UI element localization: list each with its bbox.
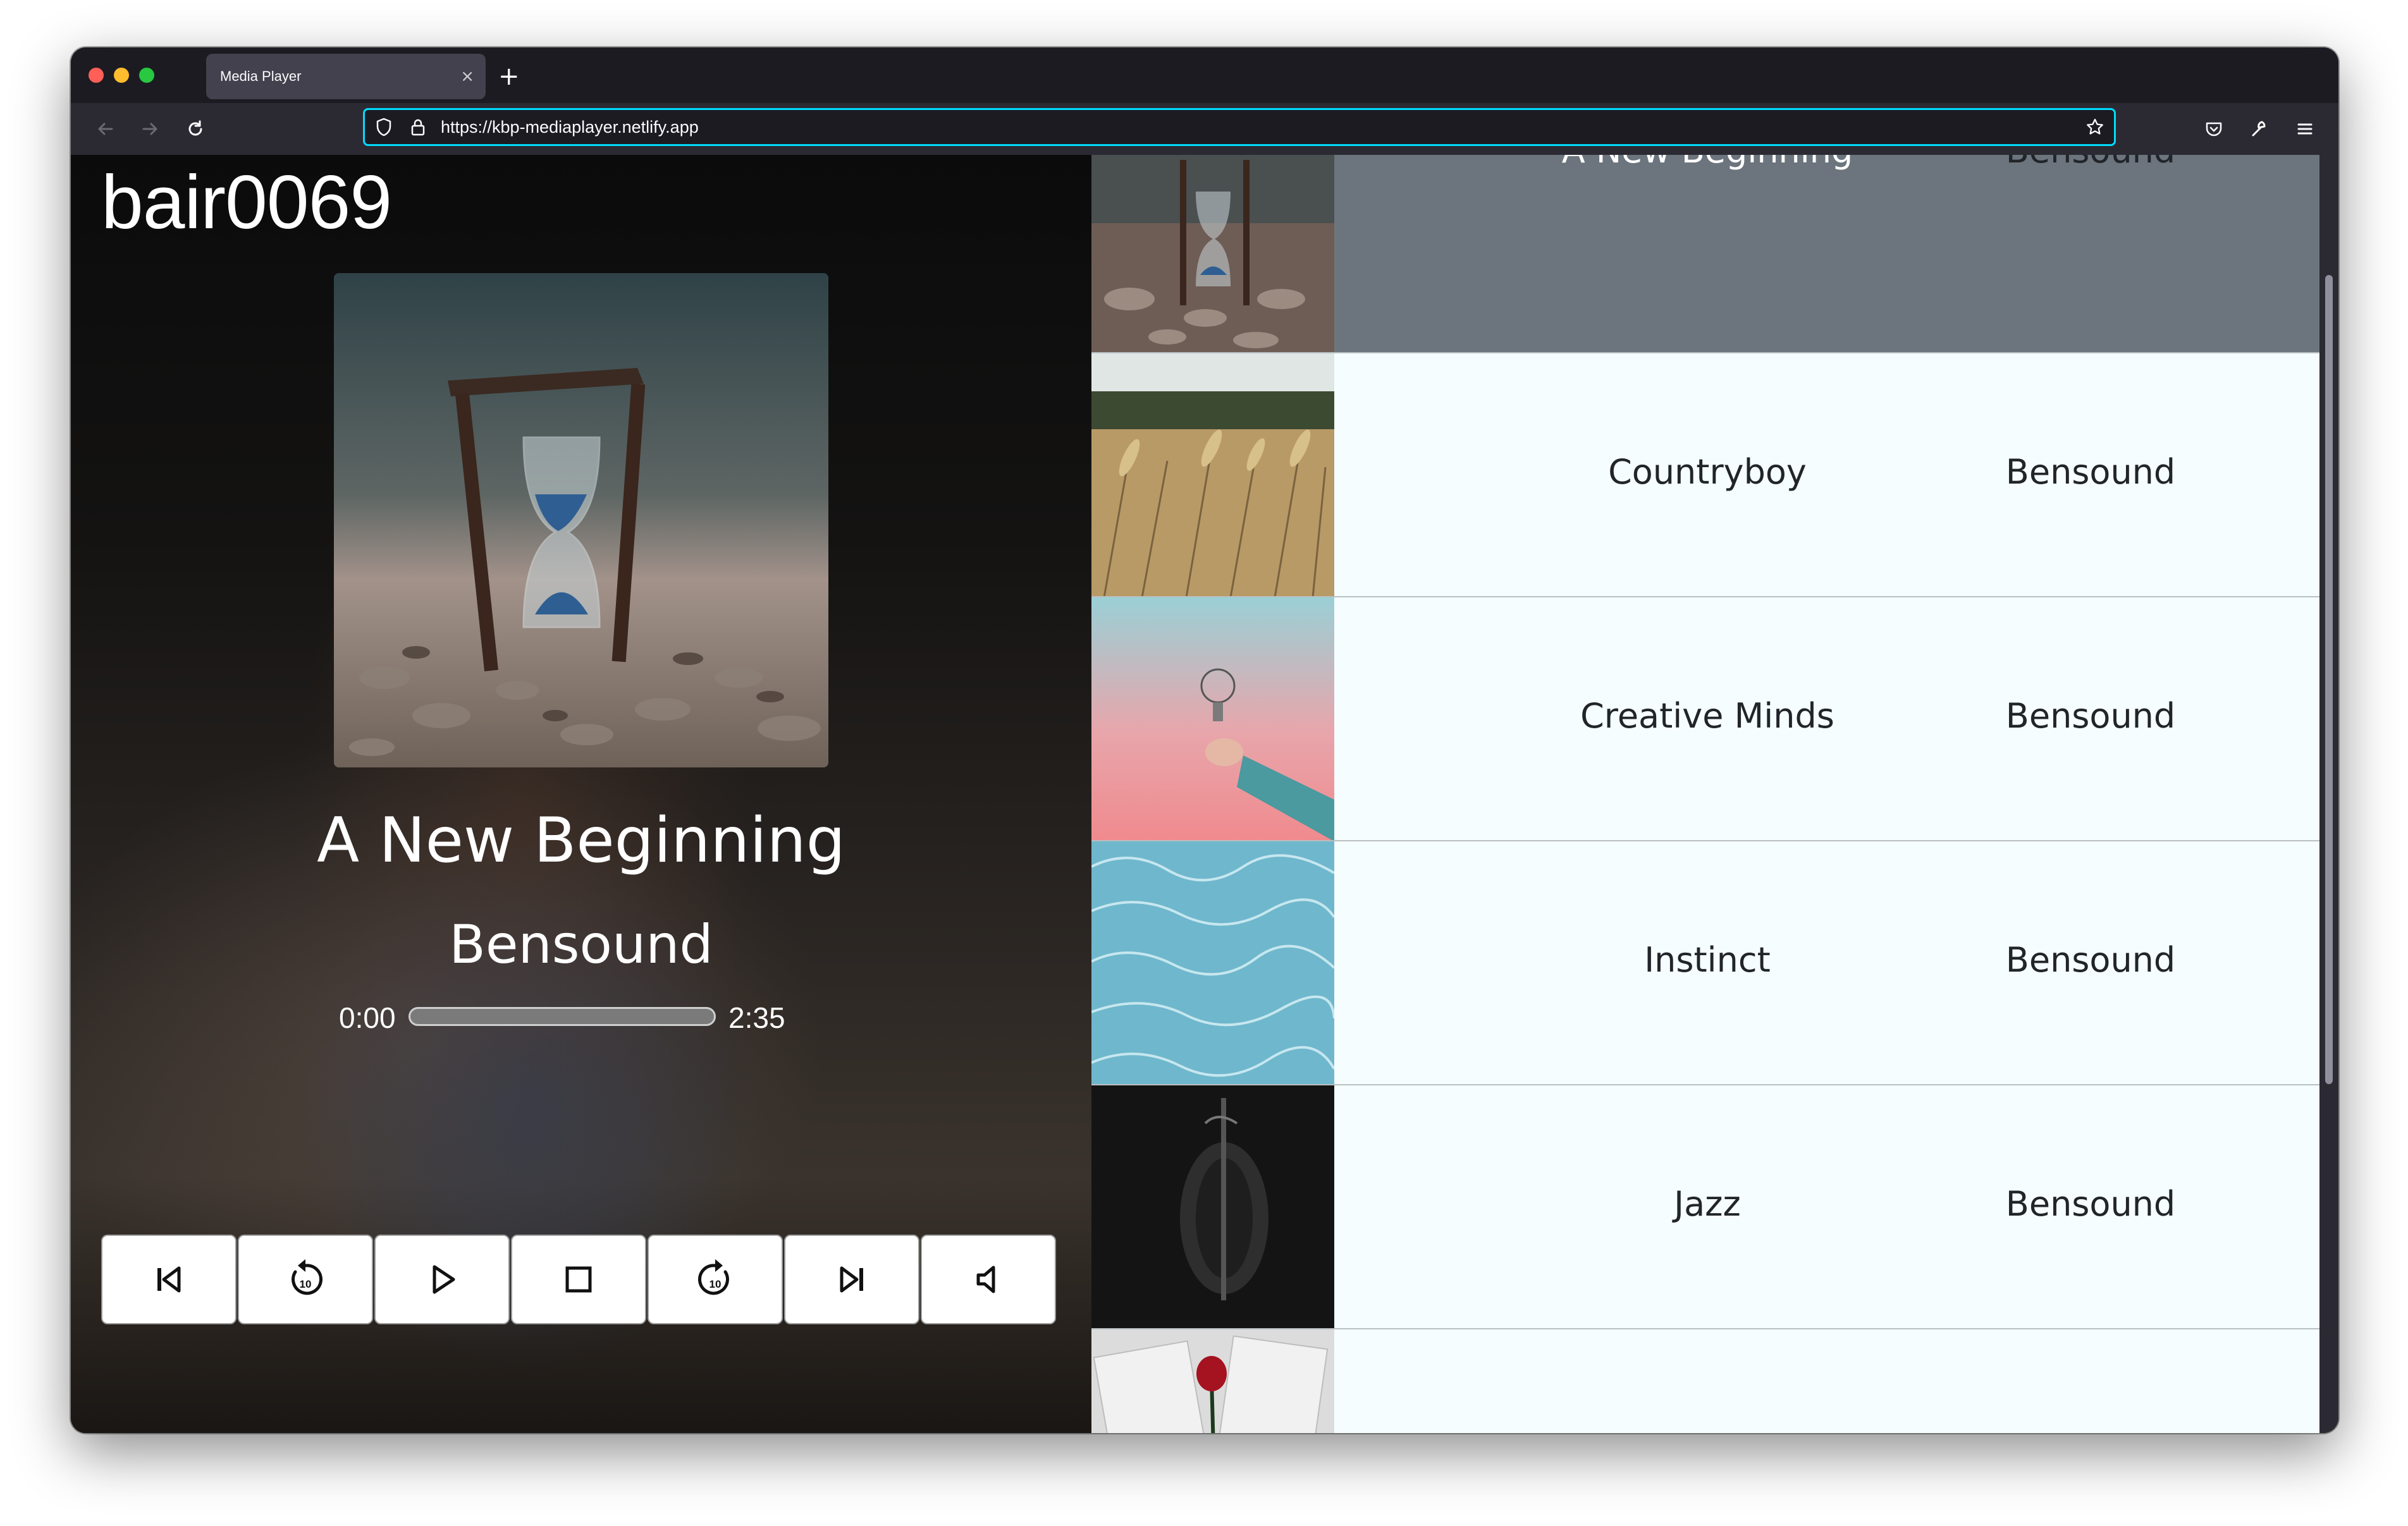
- playlist-item[interactable]: Countryboy Bensound: [1091, 353, 2319, 597]
- track-thumbnail: [1091, 597, 1334, 840]
- pocket-button[interactable]: [2198, 103, 2230, 155]
- duration-time: 2:35: [728, 1001, 785, 1034]
- url-text: https://kbp-mediaplayer.netlify.app: [441, 118, 699, 137]
- page-scrollbar[interactable]: [2319, 155, 2338, 1433]
- svg-text:10: 10: [300, 1278, 312, 1290]
- shield-icon: [376, 118, 391, 137]
- playlist-item[interactable]: Instinct Bensound: [1091, 841, 2319, 1085]
- current-time: 0:00: [339, 1001, 396, 1034]
- track-thumbnail: [1091, 155, 1334, 352]
- track-artist: Bensound: [1977, 1428, 2204, 1433]
- zoom-window-button[interactable]: [139, 68, 154, 83]
- arrow-left-icon: [98, 123, 113, 135]
- track-title: Creative Minds: [1580, 696, 1834, 736]
- rewind-10-button[interactable]: 10: [238, 1235, 373, 1324]
- reload-button[interactable]: [180, 103, 211, 155]
- track-artist: Bensound: [2005, 696, 2176, 736]
- browser-titlebar: Media Player × +: [71, 47, 2338, 103]
- track-thumbnail: [1091, 353, 1334, 596]
- previous-button[interactable]: [101, 1235, 236, 1324]
- page-viewport: bair0069 A New Beginning Bensound 0:00 2…: [71, 155, 2338, 1433]
- track-artist: Bensound: [1977, 155, 2204, 171]
- skip-next-icon: [840, 1266, 863, 1293]
- forward-10-icon: 10: [698, 1259, 729, 1295]
- now-playing-artist: Bensound: [449, 913, 713, 975]
- stop-button[interactable]: [511, 1235, 646, 1324]
- track-thumbnail: [1091, 1329, 1334, 1433]
- next-button[interactable]: [784, 1235, 919, 1324]
- tab-close-icon[interactable]: ×: [460, 54, 474, 99]
- back-button[interactable]: [90, 103, 121, 155]
- browser-tab[interactable]: Media Player ×: [206, 54, 486, 99]
- bookmark-star-icon[interactable]: [2085, 117, 2105, 137]
- mute-button[interactable]: [921, 1235, 1056, 1324]
- scrollbar-thumb[interactable]: [2325, 275, 2333, 1084]
- tools-button[interactable]: [2244, 103, 2275, 155]
- track-title: Countryboy: [1608, 452, 1807, 492]
- track-artist: Bensound: [2005, 452, 2176, 492]
- forward-button[interactable]: [134, 103, 166, 155]
- tab-title: Media Player: [220, 68, 302, 84]
- track-title: Love: [1334, 1428, 2080, 1433]
- progress-bar[interactable]: [408, 1007, 716, 1026]
- playlist-item[interactable]: Creative Minds Bensound: [1091, 597, 2319, 841]
- play-button[interactable]: [374, 1235, 510, 1324]
- wrench-icon: [2252, 121, 2266, 137]
- app-title: bair0069: [101, 160, 392, 245]
- close-window-button[interactable]: [89, 68, 104, 83]
- forward-10-button[interactable]: 10: [648, 1235, 783, 1324]
- browser-navbar: https://kbp-mediaplayer.netlify.app: [71, 103, 2338, 155]
- arrow-right-icon: [142, 123, 157, 135]
- stop-icon: [565, 1266, 592, 1293]
- track-thumbnail: [1091, 1085, 1334, 1328]
- pocket-icon: [2206, 122, 2222, 137]
- lock-icon: [411, 119, 425, 136]
- track-artist: Bensound: [2005, 1184, 2176, 1224]
- playlist: A New Beginning Bensound Countryboy Bens…: [1091, 155, 2319, 1433]
- player-panel: bair0069 A New Beginning Bensound 0:00 2…: [71, 155, 1091, 1433]
- playlist-item[interactable]: A New Beginning Bensound: [1091, 155, 2319, 353]
- player-controls: 10 10: [101, 1235, 1056, 1324]
- volume-icon: [976, 1266, 995, 1293]
- new-tab-button[interactable]: +: [498, 55, 520, 98]
- skip-previous-icon: [157, 1266, 181, 1293]
- track-artist: Bensound: [2005, 940, 2176, 980]
- track-title: Jazz: [1674, 1184, 1741, 1224]
- url-bar[interactable]: https://kbp-mediaplayer.netlify.app: [363, 108, 2116, 146]
- album-cover: [334, 273, 828, 767]
- playlist-item[interactable]: Love Bensound: [1091, 1329, 2319, 1433]
- menu-button[interactable]: [2289, 103, 2321, 155]
- svg-text:10: 10: [710, 1278, 722, 1290]
- track-title: Instinct: [1644, 940, 1771, 980]
- hourglass-artwork: [334, 273, 828, 767]
- playlist-item[interactable]: Jazz Bensound: [1091, 1085, 2319, 1329]
- track-thumbnail: [1091, 841, 1334, 1084]
- now-playing-title: A New Beginning: [317, 805, 845, 877]
- hamburger-menu-icon: [2297, 123, 2313, 135]
- minimize-window-button[interactable]: [114, 68, 129, 83]
- browser-window: Media Player × + https://kbp-mediaplayer…: [71, 47, 2338, 1433]
- track-title: A New Beginning: [1334, 155, 2080, 171]
- play-icon: [433, 1265, 455, 1294]
- replay-10-icon: 10: [292, 1259, 322, 1295]
- reload-icon: [188, 120, 202, 136]
